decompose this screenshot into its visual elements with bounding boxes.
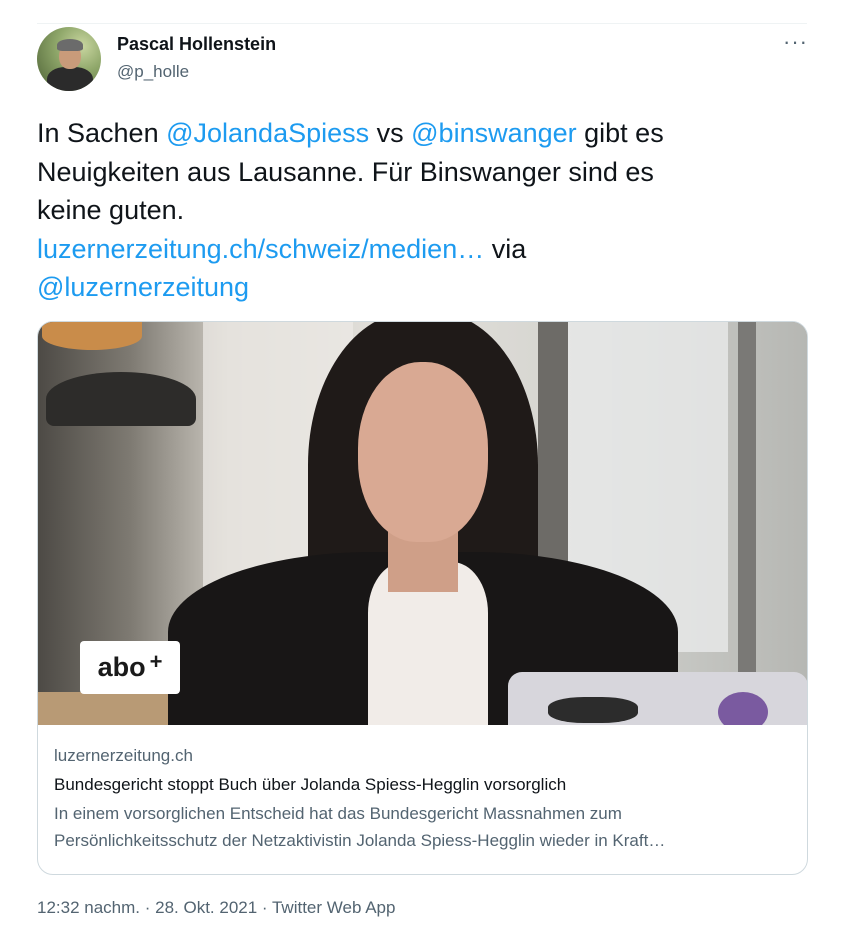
mention-binswanger[interactable]: @binswanger — [411, 118, 577, 148]
card-domain: luzernerzeitung.ch — [54, 746, 193, 765]
article-url-link[interactable]: luzernerzeitung.ch/schweiz/medien… — [37, 234, 484, 264]
tweet-text-segment: Neuigkeiten aus Lausanne. Für Binswanger… — [37, 156, 654, 187]
image-lamp — [46, 372, 196, 426]
card-description: In einem vorsorglichen Entscheid hat das… — [54, 800, 794, 854]
tweet-text-segment: gibt es — [576, 118, 664, 148]
tweet-timestamp[interactable]: 12:32 nachm. · 28. Okt. 2021 · Twitter W… — [37, 898, 395, 918]
tweet-text-segment: In Sachen — [37, 118, 167, 148]
tweet-text-segment: via — [484, 233, 527, 264]
card-title[interactable]: Bundesgericht stoppt Buch über Jolanda S… — [54, 770, 794, 800]
card-image[interactable]: abo + — [38, 322, 807, 725]
abo-badge-text: abo — [97, 652, 146, 682]
avatar-hair-shape — [57, 39, 83, 51]
image-pillar — [738, 322, 756, 682]
top-divider — [37, 23, 807, 24]
image-laptop-sticker — [718, 692, 768, 725]
mention-jolandaspiess[interactable]: @JolandaSpiess — [166, 118, 369, 148]
author-name[interactable]: Pascal Hollenstein — [117, 34, 276, 55]
tweet-text-segment: keine guten. — [37, 195, 185, 225]
image-laptop-sticker — [548, 697, 638, 723]
card-description-line: In einem vorsorglichen Entscheid hat das… — [54, 804, 622, 823]
abo-plus-badge: abo + — [80, 641, 180, 694]
image-lamp — [42, 322, 142, 350]
mention-luzernerzeitung[interactable]: @luzernerzeitung — [37, 272, 249, 302]
more-horizontal-icon[interactable]: ··· — [783, 31, 808, 53]
tweet-text: In Sachen @JolandaSpiess vs @binswanger … — [37, 114, 797, 307]
author-handle[interactable]: @p_holle — [117, 62, 189, 82]
link-preview-card[interactable]: abo + luzernerzeitung.ch Bundesgericht s… — [37, 321, 808, 875]
card-meta: luzernerzeitung.ch Bundesgericht stoppt … — [54, 742, 794, 854]
avatar[interactable] — [37, 27, 101, 91]
plus-icon: + — [149, 648, 163, 674]
tweet-text-segment: vs — [369, 118, 412, 148]
avatar-body-shape — [47, 67, 93, 91]
card-description-line: Persönlichkeitsschutz der Netzaktivistin… — [54, 831, 666, 850]
image-person-face — [358, 362, 488, 542]
